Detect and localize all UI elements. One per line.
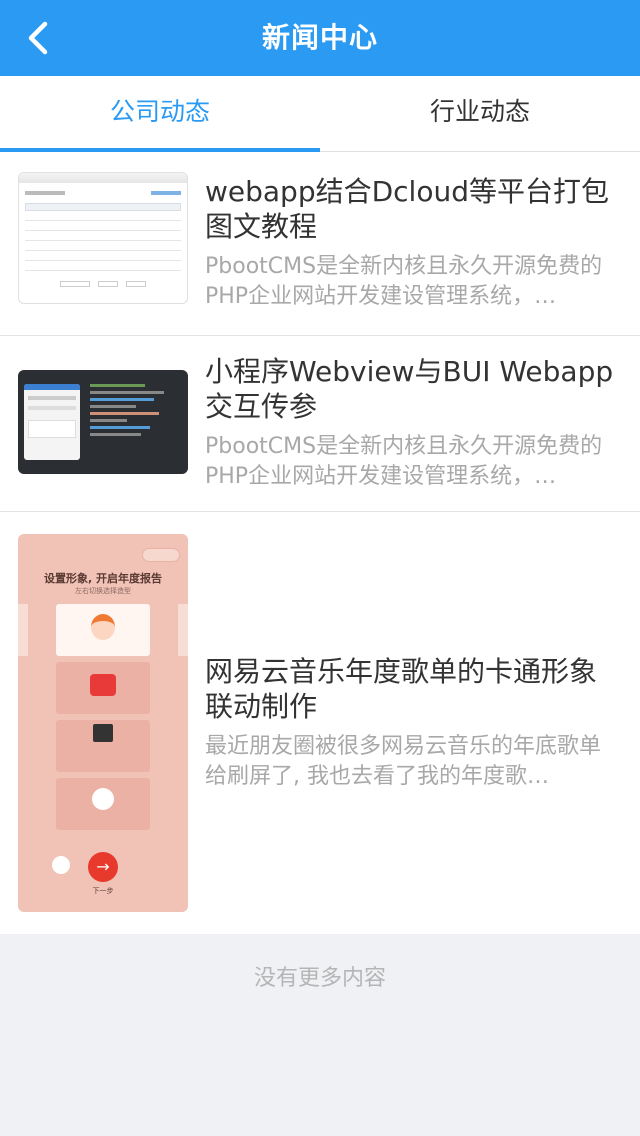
tab-industry-news[interactable]: 行业动态 [320,76,640,151]
next-label: 下一步 [92,887,114,895]
list-item[interactable]: 设置形象, 开启年度报告 左右切换选择造型 → 下一步 网易云音乐年度歌单的卡通… [0,512,640,934]
article-list: webapp结合Dcloud等平台打包图文教程 PbootCMS是全新内核且永久… [0,152,640,934]
article-title: webapp结合Dcloud等平台打包图文教程 [205,175,609,243]
thumbnail-heading: 设置形象, 开启年度报告 [43,572,162,585]
article-thumbnail [18,172,188,304]
article-description: PbootCMS是全新内核且永久开源免费的PHP企业网站开发建设管理系统，… [205,254,603,309]
list-item[interactable]: webapp结合Dcloud等平台打包图文教程 PbootCMS是全新内核且永久… [0,152,640,336]
pants-icon [93,724,113,742]
article-title: 网易云音乐年度歌单的卡通形象联动制作 [205,655,598,723]
tab-company-news[interactable]: 公司动态 [0,76,320,152]
nav-header: 新闻中心 [0,0,640,76]
page-title: 新闻中心 [261,21,378,54]
pet-icon [92,788,114,810]
article-description: 最近朋友圈被很多网易云音乐的年底歌单给刷屏了, 我也去看了我的年度歌… [205,734,602,789]
toolbar-pill-icon [142,548,180,562]
avatar-head-icon [91,614,115,640]
next-arrow-icon: → [88,852,118,882]
thumbnail-subheading: 左右切换选择造型 [75,587,131,595]
article-thumbnail: 设置形象, 开启年度报告 左右切换选择造型 → 下一步 [18,534,188,912]
article-description: PbootCMS是全新内核且永久开源免费的PHP企业网站开发建设管理系统，… [205,434,603,489]
article-title: 小程序Webview与BUI Webapp交互传参 [205,355,614,423]
shirt-icon [90,674,116,696]
mini-avatar-icon [52,856,70,874]
no-more-content-label: 没有更多内容 [253,966,386,991]
list-item[interactable]: 小程序Webview与BUI Webapp交互传参 PbootCMS是全新内核且… [0,336,640,512]
tab-bar: 公司动态 行业动态 [0,76,640,152]
article-thumbnail [18,370,188,474]
